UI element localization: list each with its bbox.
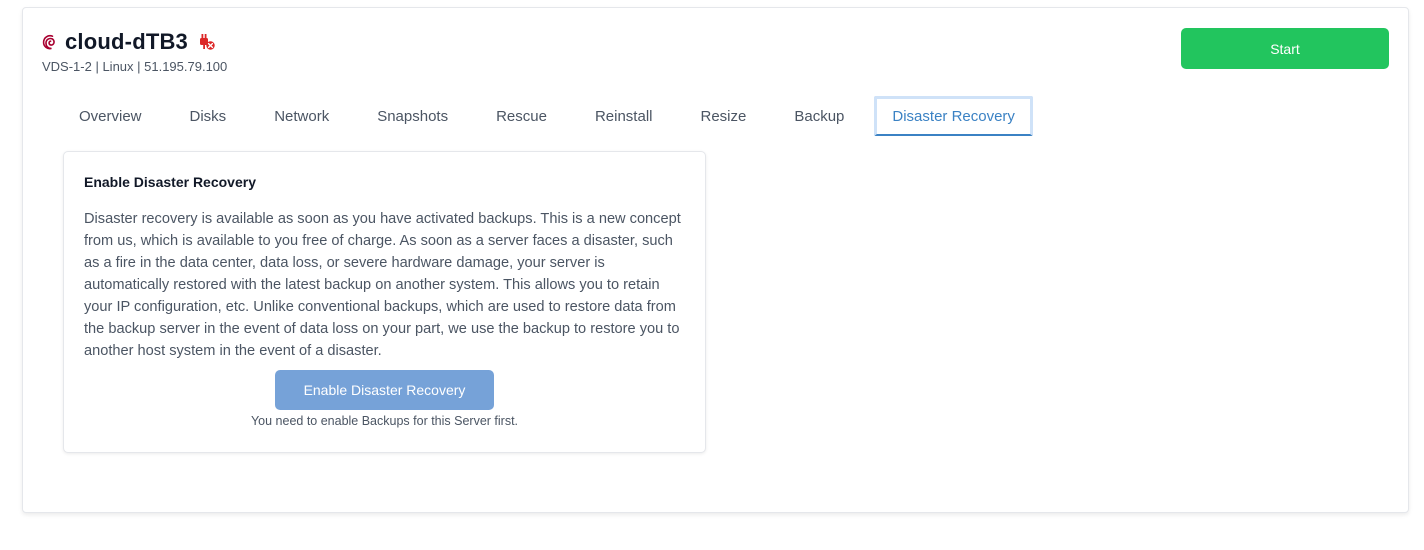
enable-disaster-recovery-button[interactable]: Enable Disaster Recovery bbox=[275, 370, 494, 410]
server-name: cloud-dTB3 bbox=[65, 29, 188, 54]
card-title: Enable Disaster Recovery bbox=[84, 174, 256, 190]
tab-resize[interactable]: Resize bbox=[682, 96, 764, 136]
tab-snapshots[interactable]: Snapshots bbox=[359, 96, 466, 136]
tab-disks[interactable]: Disks bbox=[172, 96, 245, 136]
tab-disaster-recovery[interactable]: Disaster Recovery bbox=[874, 96, 1033, 136]
backup-required-hint: You need to enable Backups for this Serv… bbox=[250, 414, 519, 428]
plug-off-icon bbox=[196, 32, 216, 52]
server-panel: cloud-dTB3 VDS-1-2 | Linux | 51.195.79.1… bbox=[22, 7, 1409, 513]
tab-reinstall[interactable]: Reinstall bbox=[577, 96, 671, 136]
tab-network[interactable]: Network bbox=[256, 96, 347, 136]
disaster-recovery-card: Enable Disaster Recovery Disaster recove… bbox=[63, 151, 706, 453]
tab-overview[interactable]: Overview bbox=[61, 96, 160, 136]
tab-backup[interactable]: Backup bbox=[776, 96, 862, 136]
tab-rescue[interactable]: Rescue bbox=[478, 96, 565, 136]
server-tabs: Overview Disks Network Snapshots Rescue … bbox=[61, 96, 1045, 136]
card-description: Disaster recovery is available as soon a… bbox=[84, 211, 681, 359]
server-subtitle: VDS-1-2 | Linux | 51.195.79.100 bbox=[42, 59, 228, 74]
server-title-row: cloud-dTB3 bbox=[41, 28, 216, 56]
start-button[interactable]: Start bbox=[1181, 28, 1389, 69]
debian-icon bbox=[41, 32, 59, 52]
